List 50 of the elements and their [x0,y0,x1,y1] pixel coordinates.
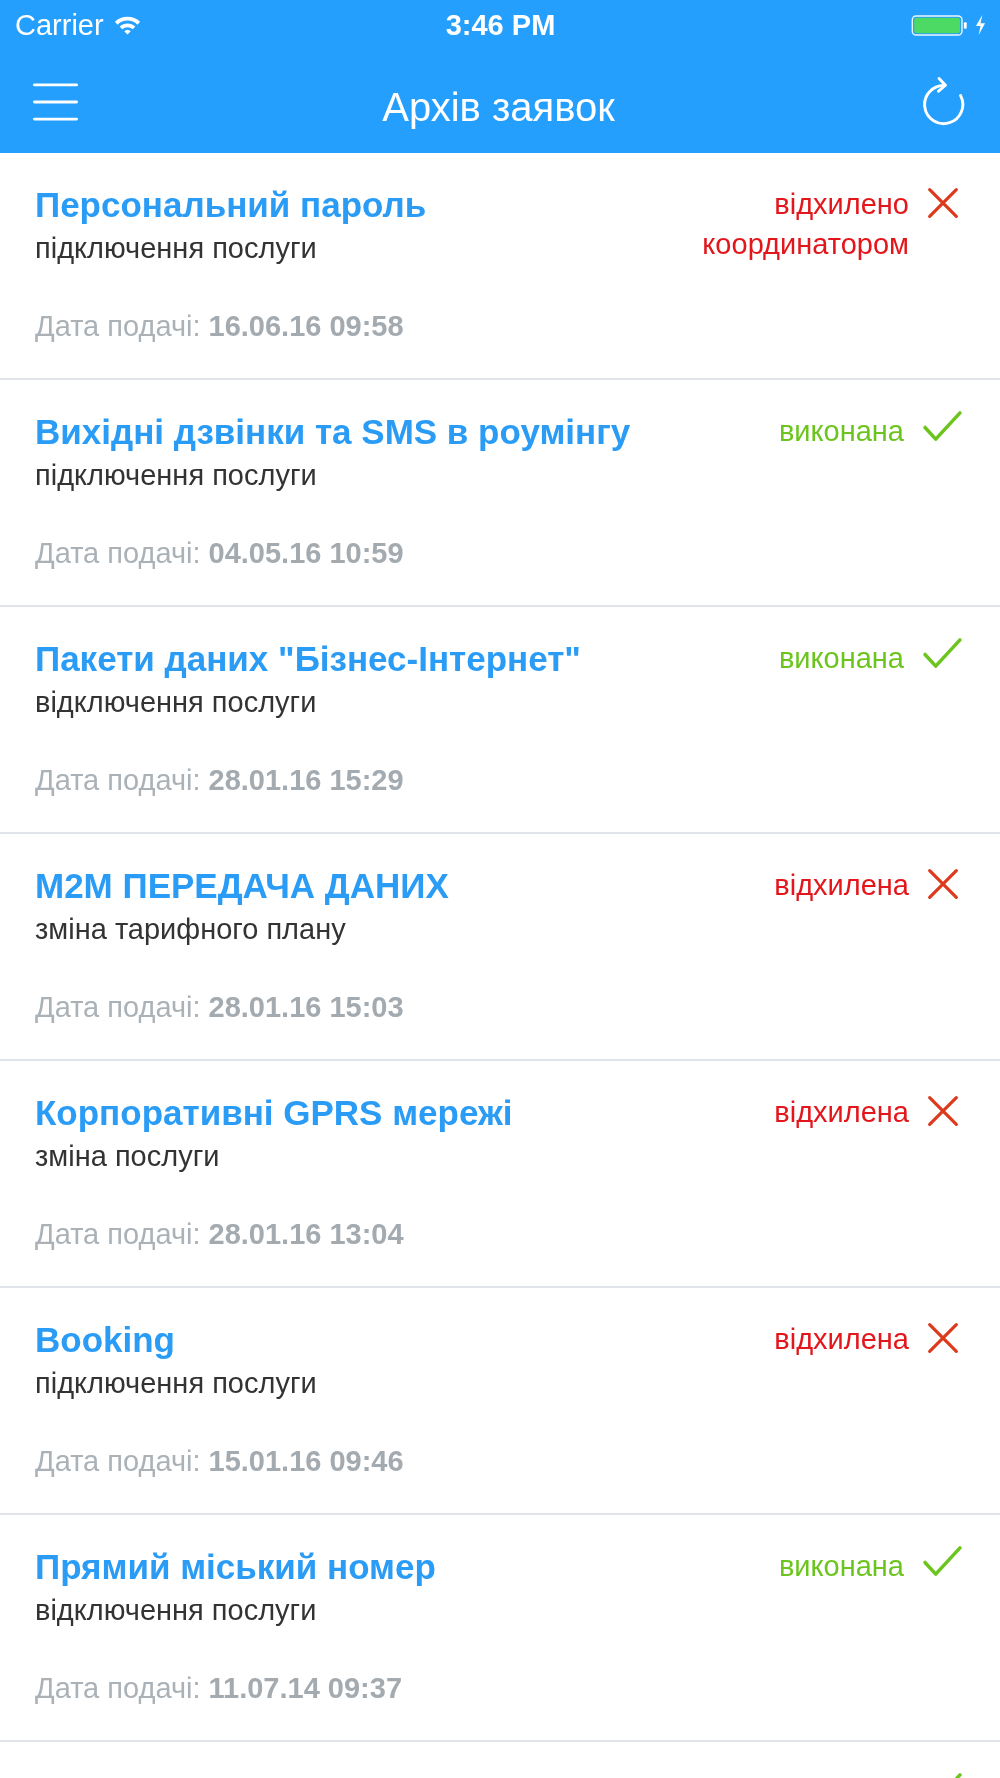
request-type: підключення послуги [35,458,318,493]
battery-icon [911,14,969,36]
wifi-icon [113,15,141,35]
request-row[interactable]: Персональний пароль підключення послуги Дата подачі: 16.06.16 09:58 відхилено координатором [0,153,1000,380]
status-label: виконана [778,414,904,449]
request-type: зміна тарифного плану [35,912,347,947]
date-label: Дата подачі: [35,1218,201,1250]
request-row[interactable]: Пакети даних "Бізнес-Інтернет" відключення послуги Дата подачі: 28.01.16 15:29 виконана [0,607,1000,834]
date-value: 11.07.14 09:37 [208,1672,402,1704]
request-title: М2М ПЕРЕДАЧА ДАНИХ [35,865,450,907]
date-value: 16.06.16 09:58 [208,310,404,342]
request-title: Вихідні дзвінки та SMS в роумінгу [35,411,632,453]
request-title: Персональний пароль [35,184,428,226]
request-row[interactable]: Прямий міський номер відключення послуги Дата подачі: 11.07.14 09:37 виконана [0,1515,1000,1742]
request-type: відключення послуги [35,685,318,720]
date-label: Дата подачі: [35,310,201,342]
status-label: відхилена [774,1322,909,1357]
request-type: підключення послуги [35,231,318,266]
charging-bolt-icon [975,15,986,35]
date-value: 28.01.16 13:04 [208,1218,404,1250]
status-label: відхилена [774,1095,909,1130]
date-value: 28.01.16 15:03 [208,991,404,1023]
menu-icon [33,81,78,122]
request-type: відключення послуги [35,1593,318,1628]
request-row[interactable]: Вихідні дзвінки та SMS в роумінгу підключення послуги Дата подачі: 04.05.16 10:59 виконана [0,380,1000,607]
request-row[interactable]: М2М ПЕРЕДАЧА ДАНИХ зміна тарифного плану Дата подачі: 28.01.16 15:03 відхилена [0,834,1000,1061]
date-label: Дата подачі: [35,1445,201,1477]
request-row[interactable]: Корпоративні GPRS мережі зміна послуги Дата подачі: 28.01.16 13:04 відхилена [0,1061,1000,1288]
request-title: Пакети даних "Бізнес-Інтернет" [35,638,582,680]
request-title: Прямий міський номер [35,1546,437,1588]
clock-time: 3:46 PM [445,9,556,41]
date-label: Дата подачі: [35,537,201,569]
date-value: 15.01.16 09:46 [208,1445,404,1477]
carrier-label: Carrier [15,8,104,42]
request-title: Booking [35,1319,176,1361]
status-label: виконана [778,1549,904,1584]
status-label: відхилена [774,868,909,903]
date-label: Дата подачі: [35,764,201,796]
request-title: Корпоративні GPRS мережі [35,1092,514,1134]
request-type: підключення послуги [35,1366,318,1401]
date-value: 04.05.16 10:59 [208,537,404,569]
request-row[interactable]: Booking підключення послуги Дата подачі: 15.01.16 09:46 відхилена [0,1288,1000,1515]
status-label: виконана [778,641,904,676]
date-label: Дата подачі: [35,1672,201,1704]
date-value: 28.01.16 15:29 [208,764,404,796]
request-type: зміна послуги [35,1139,221,1174]
screen-title: Архів заявок [381,83,616,131]
menu-button[interactable] [33,81,78,122]
date-label: Дата подачі: [35,991,201,1023]
status-label: відхилено координатором [701,187,909,262]
